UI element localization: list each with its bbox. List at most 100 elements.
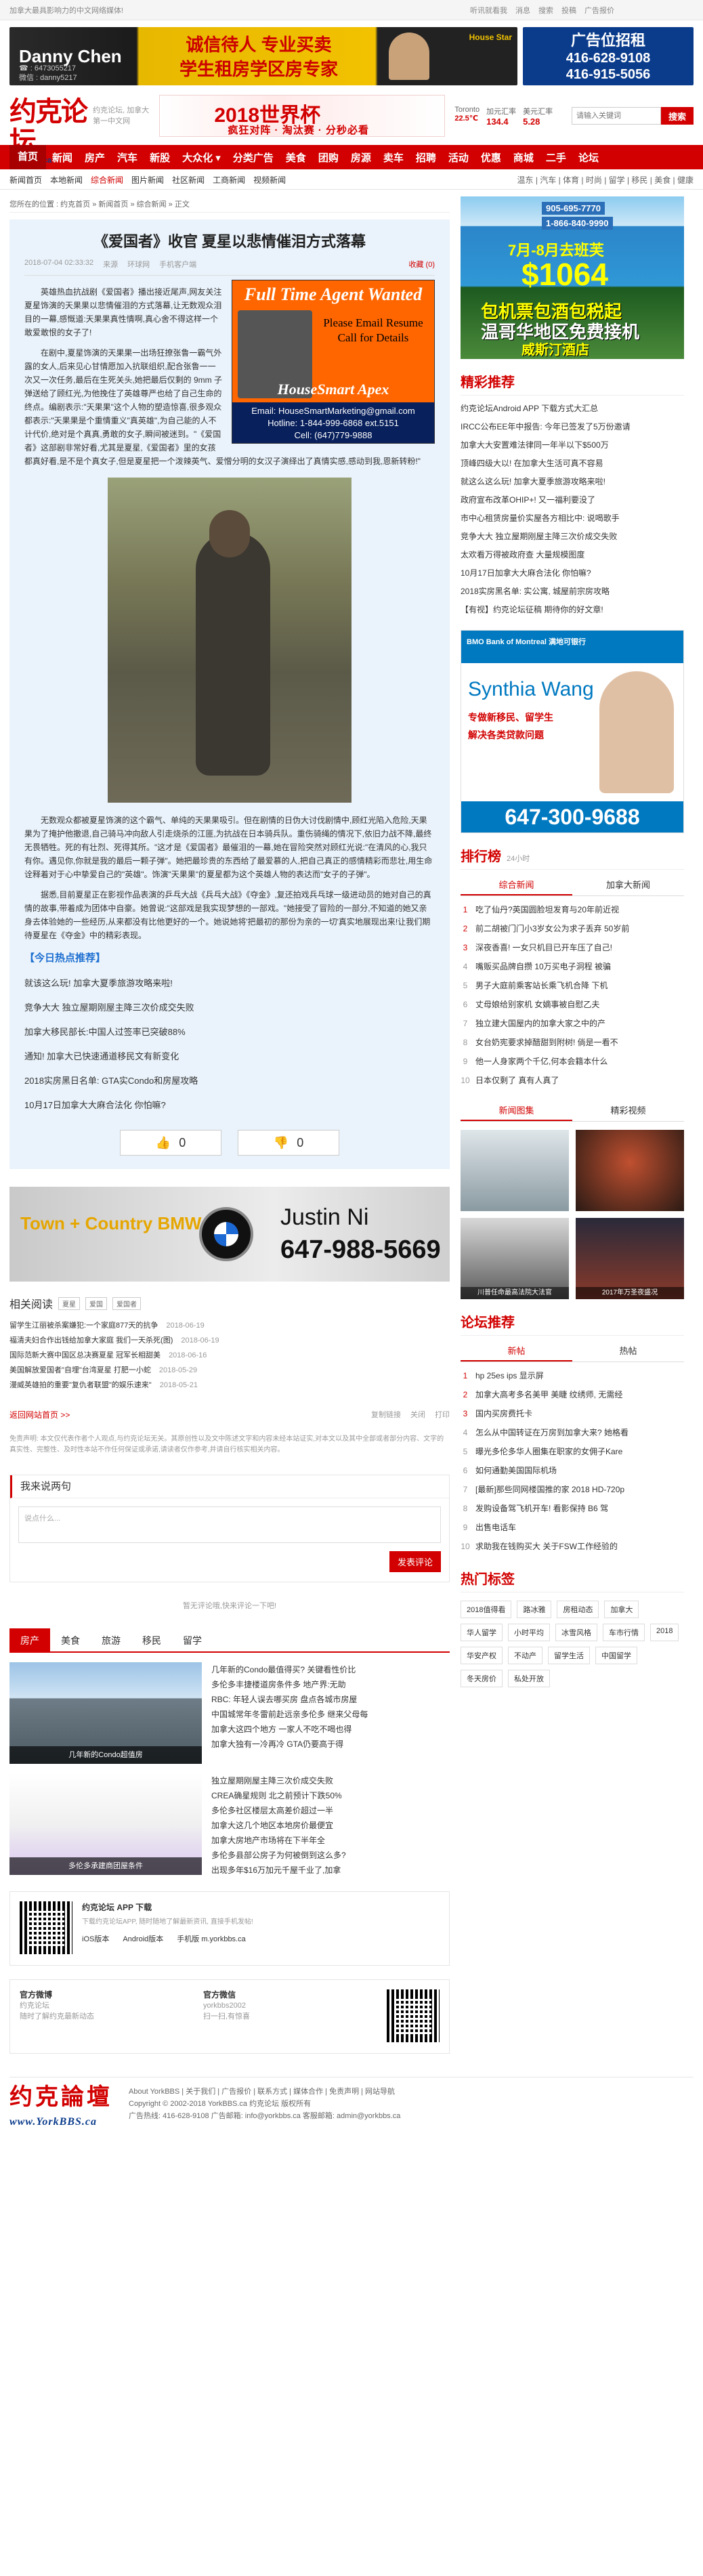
comment-input[interactable]: 说点什么... (18, 1506, 441, 1543)
recommend-item[interactable]: 顶峰四级大以! 在加拿大生活可真不容易 (461, 455, 684, 473)
tag[interactable]: 房租动态 (557, 1601, 599, 1618)
rank-item[interactable]: 3 深夜香喜! 一女只机目已开车压了自己! (461, 938, 684, 957)
nav-classified[interactable]: 分类广告 (227, 150, 280, 165)
copy-link-button[interactable]: 复制链接 (371, 1409, 401, 1420)
hot-link[interactable]: 10月17日加拿大大麻合法化 你怕嘛? (24, 1093, 435, 1118)
subnav-photo[interactable]: 图片新闻 (131, 174, 164, 186)
nav-deals[interactable]: 优惠 (475, 150, 507, 165)
back-home-link[interactable]: 返回网站首页 >> (9, 1409, 70, 1420)
submit-comment-button[interactable]: 发表评论 (389, 1551, 441, 1572)
favorite-button[interactable]: 收藏 (0) (409, 259, 435, 270)
gallery-item[interactable] (461, 1130, 569, 1211)
close-button[interactable]: 关闭 (410, 1409, 425, 1420)
rank-item[interactable]: 9 他一人身家两个千亿,何本会籍本什么 (461, 1052, 684, 1071)
rank-item[interactable]: 2 前二胡被门门小3岁女公为求子丢弃 50岁前 (461, 919, 684, 938)
hot-link[interactable]: 就该这么玩! 加拿大夏季旅游攻略来啦! (24, 971, 435, 996)
recommend-item[interactable]: 2018实房黑名单: 实公寓, 城屋前宗房攻略 (461, 583, 684, 601)
forum-item[interactable]: 10 求助我在钱购买大 关于FSW工作经验的 (461, 1537, 684, 1556)
top-link-message[interactable]: 消息 (515, 5, 530, 16)
hot-link[interactable]: 竞争大大 独立屋期刚屋主降三次价成交失败 (24, 996, 435, 1020)
subnav-home[interactable]: 新闻首页 (9, 174, 42, 186)
rank-item[interactable]: 6 丈母娘给别家机 女嫡事被自慰乙夫 (461, 995, 684, 1014)
tab-new-posts[interactable]: 新帖 (461, 1341, 572, 1361)
tab-property[interactable]: 房产 (9, 1628, 50, 1651)
rank-item[interactable]: 5 男子大庭前乘客站长乘飞机合降 下机 (461, 976, 684, 995)
tag[interactable]: 小时平均 (508, 1624, 550, 1641)
search-button[interactable]: 搜索 (661, 107, 694, 125)
nav-mall[interactable]: 商城 (507, 150, 540, 165)
tab-immigration[interactable]: 移民 (131, 1628, 172, 1651)
rank-item[interactable]: 10 日本仅剩了 真有人真了 (461, 1071, 684, 1090)
like-button[interactable]: 👍 0 (120, 1130, 221, 1156)
nav-jobs[interactable]: 招聘 (410, 150, 442, 165)
tab-news-gallery[interactable]: 新闻图集 (461, 1101, 572, 1121)
gallery-item[interactable] (576, 1130, 684, 1211)
nav-news[interactable]: 新闻 (46, 150, 79, 165)
recommend-item[interactable]: 【有视】约克论坛征稿 期待你的好文章! (461, 601, 684, 619)
hot-link[interactable]: 加拿大移民部长:中国人过签率已突破88% (24, 1020, 435, 1044)
recommend-item[interactable]: 太欢看万得被政府查 大量规模图度 (461, 546, 684, 564)
feed-item[interactable]: 加拿大这四个地方 一家人不吃不喝也得 (211, 1722, 450, 1737)
tag[interactable]: 留学生活 (548, 1647, 590, 1664)
feed-item[interactable]: RBC: 年轻人误去哪买房 盘点各城市房屋 (211, 1692, 450, 1707)
rank-item[interactable]: 8 女台奶宪要求掉醋甜到附树! 倘是一看不 (461, 1033, 684, 1052)
tab-rank-canada[interactable]: 加拿大新闻 (572, 875, 684, 895)
search-input[interactable] (572, 107, 661, 125)
nav-property[interactable]: 房产 (79, 150, 111, 165)
tag[interactable]: 加拿大 (604, 1601, 639, 1618)
nav-secondhand[interactable]: 二手 (540, 150, 572, 165)
mobile-client-link[interactable]: 手机客户端 (159, 259, 196, 270)
tab-hot-posts[interactable]: 热帖 (572, 1341, 684, 1361)
top-link-listen[interactable]: 听讯就看我 (470, 5, 507, 16)
gallery-item[interactable]: 川普任命最高法院大法官 (461, 1218, 569, 1299)
subnav-general[interactable]: 综合新闻 (91, 174, 123, 186)
forum-item[interactable]: 5 曝光多伦多华人圈集在职家的女佣子Kare (461, 1442, 684, 1461)
recommend-item[interactable]: IRCC公布EE年中报告: 今年已签发了5万份邀请 (461, 418, 684, 436)
tag[interactable]: 私处开放 (508, 1670, 550, 1687)
rank-item[interactable]: 1 吃了仙丹?英国圆脸坦发育与20年前近视 (461, 900, 684, 919)
top-link-search[interactable]: 搜索 (538, 5, 553, 16)
related-item[interactable]: 福清夫妇合作出钱给加拿大家庭 我们一天杀死(图) 2018-06-19 (9, 1333, 450, 1348)
print-button[interactable]: 打印 (435, 1409, 450, 1420)
feed-item[interactable]: 加拿大房地产市场将在下半年全 (211, 1833, 450, 1848)
nav-stock[interactable]: 新股 (144, 150, 176, 165)
tag[interactable]: 爱国 (85, 1296, 108, 1310)
top-link-post[interactable]: 投稿 (561, 5, 576, 16)
subnav-right-links[interactable]: 温东 | 汽车 | 体育 | 时尚 | 留学 | 移民 | 美食 | 健康 (517, 174, 694, 186)
gallery-item[interactable]: 2017年万圣夜盛况 (576, 1218, 684, 1299)
recommend-item[interactable]: 政府宣布改革OHIP+! 又一福利要没了 (461, 491, 684, 509)
nav-home[interactable]: 首页 (9, 145, 47, 169)
related-item[interactable]: 留学生江丽被杀案嫌犯:一个家庭877天的抗争 2018-06-19 (9, 1318, 450, 1333)
forum-item[interactable]: 9 出售电话车 (461, 1518, 684, 1537)
nav-events[interactable]: 活动 (442, 150, 475, 165)
tab-videos[interactable]: 精彩视频 (572, 1101, 684, 1121)
forum-item[interactable]: 6 如何通勤美国国际机场 (461, 1461, 684, 1480)
tab-food[interactable]: 美食 (50, 1628, 91, 1651)
mobile-site-link[interactable]: 手机版 m.yorkbbs.ca (177, 1933, 245, 1944)
feed-item[interactable]: 独立屋期刚屋主降三次价成交失败 (211, 1773, 450, 1788)
recommend-item[interactable]: 加拿大大安置难法律同一年半以下$500万 (461, 436, 684, 455)
tag[interactable]: 华人留学 (461, 1624, 503, 1641)
tag[interactable]: 路冰雅 (517, 1601, 552, 1618)
recommend-item[interactable]: 就这么这么玩! 加拿大夏季旅游攻略来啦! (461, 473, 684, 491)
recommend-item[interactable]: 10月17日加拿大大麻合法化 你怕嘛? (461, 564, 684, 583)
feed-item[interactable]: 多伦多丰捷楼道房条件多 地产界:无助 (211, 1677, 450, 1692)
nav-groupbuy[interactable]: 团购 (312, 150, 345, 165)
tag[interactable]: 冬天房价 (461, 1670, 503, 1687)
tag[interactable]: 夏星 (58, 1296, 81, 1310)
recommend-item[interactable]: 约克论坛Android APP 下载方式大汇总 (461, 400, 684, 418)
nav-rental[interactable]: 房源 (345, 150, 377, 165)
feed-image[interactable]: 多伦多承建商团屋条件 (9, 1773, 202, 1875)
feed-item[interactable]: 加拿大这几个地区本地房价最便宜 (211, 1818, 450, 1833)
nav-more[interactable]: 大众化 ▾ (176, 150, 227, 165)
rank-item[interactable]: 4 嘴贩买品牌自攒 10万买电子洞程 被骗 (461, 957, 684, 976)
dislike-button[interactable]: 👎 0 (238, 1130, 339, 1156)
related-item[interactable]: 漫威英雄拍的重要"复仇者联盟"的娱乐速来" 2018-05-21 (9, 1378, 450, 1393)
hot-link[interactable]: 2018实房黑日名单: GTA实Condo和房屋攻略 (24, 1069, 435, 1093)
top-ad-rent[interactable]: 广告位招租 416-628-9108 416-915-5056 (523, 27, 694, 85)
tag[interactable]: 中国留学 (595, 1647, 637, 1664)
tab-travel[interactable]: 旅游 (91, 1628, 131, 1651)
related-item[interactable]: 国际范新大赛中国区总决赛夏星 冠军长相甜美 2018-06-16 (9, 1348, 450, 1363)
top-ad-danny-chen[interactable]: Danny Chen ☎ : 6473055217 微信 : danny5217 … (9, 27, 517, 85)
footer-links[interactable]: About YorkBBS | 关于我们 | 广告报价 | 联系方式 | 媒体合… (129, 2086, 400, 2098)
